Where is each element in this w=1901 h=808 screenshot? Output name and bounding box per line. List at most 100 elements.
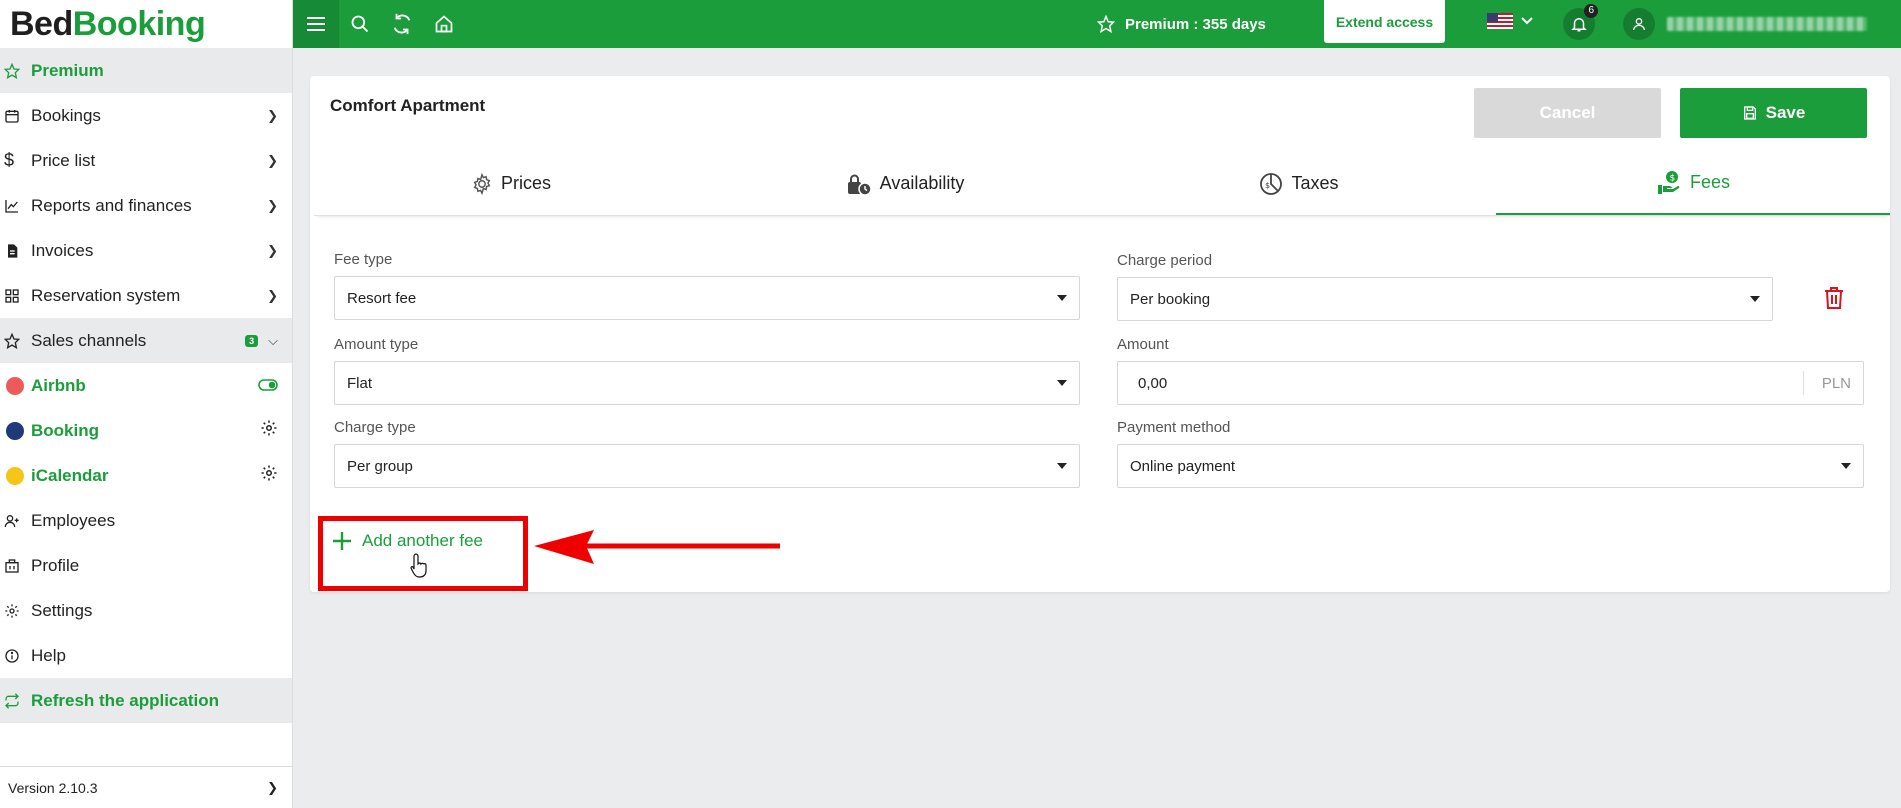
sidebar-item-invoices[interactable]: Invoices ❯ (0, 228, 292, 273)
payment-method-select[interactable]: Online payment (1117, 444, 1864, 488)
chevron-right-icon: ❯ (267, 107, 278, 123)
tab-label: Fees (1689, 172, 1731, 192)
chevron-right-icon: ❯ (267, 197, 278, 213)
logo-part1: Bed (10, 4, 73, 43)
sidebar-item-label: Sales channels (31, 330, 147, 350)
add-another-fee-button[interactable]: Add another fee (332, 531, 483, 551)
sidebar-item-label: Bookings (31, 105, 101, 125)
refresh-button[interactable] (381, 0, 423, 48)
icalendar-dot (4, 466, 26, 485)
arrow-annotation (534, 530, 780, 564)
charge-period-value: Per booking (1130, 290, 1211, 308)
gear-icon[interactable] (260, 464, 278, 487)
amount-value: 0,00 (1138, 374, 1168, 392)
sidebar-item-sales-channels[interactable]: Sales channels 3 ⌵ (0, 318, 292, 363)
sidebar-item-bookings[interactable]: Bookings ❯ (0, 93, 292, 138)
sidebar-item-airbnb[interactable]: Airbnb (0, 363, 292, 408)
sidebar-item-refresh[interactable]: Refresh the application (0, 678, 292, 723)
svg-text:$: $ (1669, 173, 1675, 183)
charge-type-label: Charge type (334, 419, 416, 436)
sidebar-item-employees[interactable]: Employees (0, 498, 292, 543)
sidebar: Bed Booking Premium Bookings ❯ $ Price li… (0, 0, 293, 808)
fee-type-value: Resort fee (347, 289, 417, 307)
search-icon (351, 15, 369, 33)
payment-method-value: Online payment (1130, 457, 1236, 475)
grid-icon (4, 288, 26, 304)
sidebar-item-icalendar[interactable]: iCalendar (0, 453, 292, 498)
sidebar-item-help[interactable]: Help (0, 633, 292, 678)
money-hand-icon: $ (1657, 170, 1680, 194)
amount-input[interactable]: 0,00 PLN (1117, 361, 1864, 405)
toggle-icon[interactable] (258, 376, 278, 396)
cancel-button[interactable]: Cancel (1474, 88, 1661, 138)
sidebar-item-label: Help (31, 645, 66, 665)
amount-field: Amount 0,00 PLN (1117, 336, 1864, 405)
charge-period-label: Charge period (1117, 252, 1213, 269)
charge-period-field: Charge period Per booking (1117, 252, 1773, 321)
amount-type-field: Amount type Flat (334, 336, 1080, 405)
star-icon (1097, 15, 1115, 33)
sidebar-item-profile[interactable]: Profile (0, 543, 292, 588)
caret-down-icon (1750, 296, 1760, 302)
chevron-right-icon: ❯ (267, 779, 278, 795)
fee-type-select[interactable]: Resort fee (334, 276, 1080, 320)
sidebar-item-settings[interactable]: Settings (0, 588, 292, 633)
logo[interactable]: Bed Booking (0, 0, 292, 48)
caret-down-icon (1057, 463, 1067, 469)
sidebar-item-label: Airbnb (31, 375, 86, 395)
count-badge: 3 (245, 334, 259, 347)
premium-status: Premium : 355 days (1097, 0, 1266, 48)
save-label: Save (1765, 103, 1806, 122)
sidebar-item-label: Reports and finances (31, 195, 192, 215)
tab-prices[interactable]: Prices (314, 152, 708, 215)
premium-days-text: Premium : 355 days (1125, 15, 1266, 33)
version-info[interactable]: Version 2.10.3 ❯ (0, 766, 292, 808)
tab-taxes[interactable]: $ Taxes (1102, 152, 1496, 215)
dollar-icon: $ (4, 150, 15, 170)
gear-icon[interactable] (260, 419, 278, 442)
fee-type-field: Fee type Resort fee (334, 251, 1080, 320)
star-icon (4, 62, 26, 79)
svg-text:$: $ (1265, 181, 1270, 190)
plus-icon (333, 532, 351, 550)
sidebar-nav: Premium Bookings ❯ $ Price list ❯ Report… (0, 48, 292, 723)
caret-down-icon (1057, 295, 1067, 301)
extend-access-button[interactable]: Extend access (1324, 0, 1445, 43)
tab-availability[interactable]: Availability (708, 152, 1102, 215)
tax-icon: $ (1260, 172, 1283, 195)
charge-type-select[interactable]: Per group (334, 444, 1080, 488)
save-button[interactable]: Save (1680, 88, 1867, 138)
sidebar-item-price-list[interactable]: $ Price list ❯ (0, 138, 292, 183)
tab-label: Availability (879, 173, 965, 193)
user-name-blurred (1667, 17, 1867, 31)
tab-fees[interactable]: $ Fees (1496, 152, 1890, 215)
search-button[interactable] (339, 0, 381, 48)
amount-type-label: Amount type (334, 336, 419, 353)
language-selector[interactable] (1487, 13, 1533, 29)
gear-icon (473, 172, 491, 195)
tab-label: Prices (500, 173, 551, 193)
amount-type-select[interactable]: Flat (334, 361, 1080, 405)
bell-icon (1571, 18, 1587, 32)
lock-clock-icon (847, 174, 872, 196)
sidebar-item-reservation-system[interactable]: Reservation system ❯ (0, 273, 292, 318)
star-outline-icon (4, 332, 26, 349)
home-button[interactable] (423, 0, 465, 48)
sidebar-item-label: iCalendar (31, 465, 109, 485)
gear-icon (4, 603, 26, 619)
payment-method-label: Payment method (1117, 419, 1231, 436)
sidebar-item-booking[interactable]: Booking (0, 408, 292, 453)
menu-button[interactable] (293, 0, 339, 48)
logo-part2: Booking (72, 4, 206, 43)
caret-down-icon (1057, 380, 1067, 386)
sidebar-item-label: Invoices (31, 240, 94, 260)
charge-period-select[interactable]: Per booking (1117, 277, 1773, 321)
notifications-button[interactable]: 6 (1563, 4, 1598, 40)
sidebar-item-reports[interactable]: Reports and finances ❯ (0, 183, 292, 228)
sidebar-item-label: Booking (31, 420, 99, 440)
page-title: Comfort Apartment (330, 96, 486, 115)
delete-fee-button[interactable] (1824, 286, 1844, 315)
sidebar-item-premium[interactable]: Premium (0, 48, 292, 93)
user-menu[interactable] (1623, 8, 1867, 40)
booking-dot (4, 421, 26, 440)
